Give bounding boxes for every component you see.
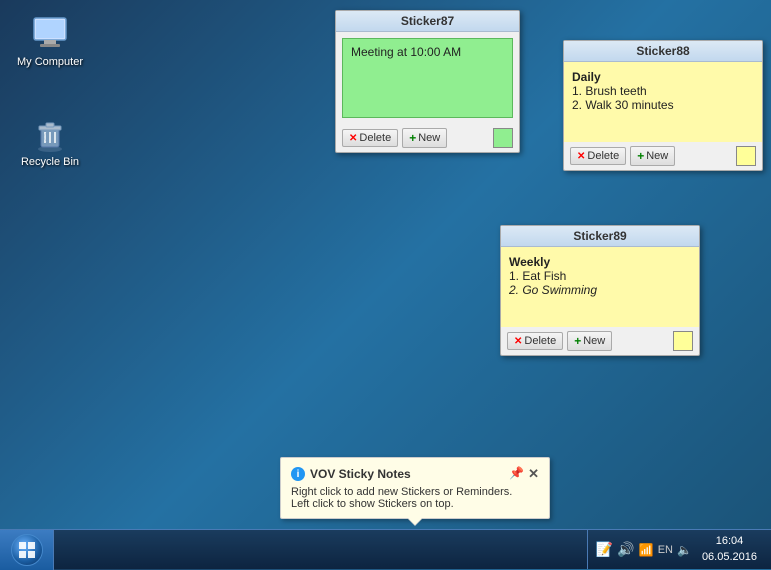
recycle-bin-icon <box>30 116 70 152</box>
sticker-87-new-button[interactable]: + New <box>402 128 447 148</box>
new-icon: + <box>574 334 581 348</box>
sticker-89-footer: ✕ Delete + New <box>501 327 699 355</box>
sticker-87-title[interactable]: Sticker87 <box>336 11 519 32</box>
my-computer-label: My Computer <box>17 56 83 68</box>
sticker-88-color-picker[interactable] <box>736 146 756 166</box>
tooltip-line2: Left click to show Stickers on top. <box>291 498 539 510</box>
tooltip-line1: Right click to add new Stickers or Remin… <box>291 486 539 498</box>
clock[interactable]: 16:04 06.05.2016 <box>696 534 763 565</box>
sticker-88-footer: ✕ Delete + New <box>564 142 762 170</box>
new-icon: + <box>637 149 644 163</box>
desktop-icon-recycle-bin[interactable]: Recycle Bin <box>10 110 90 174</box>
vov-tooltip: i VOV Sticky Notes 📌 ✕ Right click to ad… <box>280 457 550 519</box>
network-icon[interactable]: 📶 <box>639 543 654 557</box>
pin-icon[interactable]: 📌 <box>509 466 524 482</box>
desktop-icon-my-computer[interactable]: My Computer <box>10 10 90 74</box>
sticker-89-color-picker[interactable] <box>673 331 693 351</box>
delete-icon: ✕ <box>349 133 357 144</box>
close-icon[interactable]: ✕ <box>528 466 539 482</box>
sticker-87-delete-button[interactable]: ✕ Delete <box>342 129 398 147</box>
sticker-89-title[interactable]: Sticker89 <box>501 226 699 247</box>
sticker-89-delete-button[interactable]: ✕ Delete <box>507 332 563 350</box>
sticker-88: Sticker88 Daily 1. Brush teeth 2. Walk 3… <box>563 40 763 171</box>
system-tray: 📝 🔊 📶 EN 🔈 16:04 06.05.2016 <box>587 530 771 569</box>
sticker-89-content[interactable]: Weekly 1. Eat Fish 2. Go Swimming <box>501 247 699 327</box>
sticker-89: Sticker89 Weekly 1. Eat Fish 2. Go Swimm… <box>500 225 700 356</box>
recycle-bin-label: Recycle Bin <box>21 156 79 168</box>
info-icon: i <box>291 467 305 481</box>
volume-icon[interactable]: 🔈 <box>677 543 692 557</box>
sticker-88-delete-button[interactable]: ✕ Delete <box>570 147 626 165</box>
sticker-87-color-picker[interactable] <box>493 128 513 148</box>
sticker-89-new-button[interactable]: + New <box>567 331 612 351</box>
taskbar: 📝 🔊 📶 EN 🔈 16:04 06.05.2016 <box>0 529 771 569</box>
tooltip-close-area: 📌 ✕ <box>509 466 539 482</box>
sticky-notes-tray-icon[interactable]: 📝 <box>596 541 613 558</box>
my-computer-icon <box>30 16 70 52</box>
speaker-icon[interactable]: 🔊 <box>617 541 634 558</box>
language-icon[interactable]: EN <box>658 544 673 556</box>
delete-icon: ✕ <box>514 336 522 347</box>
clock-date: 06.05.2016 <box>702 550 757 565</box>
sticker-87: Sticker87 Meeting at 10:00 AM ✕ Delete +… <box>335 10 520 153</box>
tooltip-title-text: VOV Sticky Notes <box>310 467 411 481</box>
sticker-87-footer: ✕ Delete + New <box>336 124 519 152</box>
start-button[interactable] <box>0 530 54 570</box>
sticker-87-content[interactable]: Meeting at 10:00 AM <box>342 38 513 118</box>
sticker-88-title[interactable]: Sticker88 <box>564 41 762 62</box>
sticker-88-content[interactable]: Daily 1. Brush teeth 2. Walk 30 minutes <box>564 62 762 142</box>
new-icon: + <box>409 131 416 145</box>
sticker-88-new-button[interactable]: + New <box>630 146 675 166</box>
delete-icon: ✕ <box>577 151 585 162</box>
start-orb <box>11 534 43 566</box>
clock-time: 16:04 <box>716 534 744 549</box>
